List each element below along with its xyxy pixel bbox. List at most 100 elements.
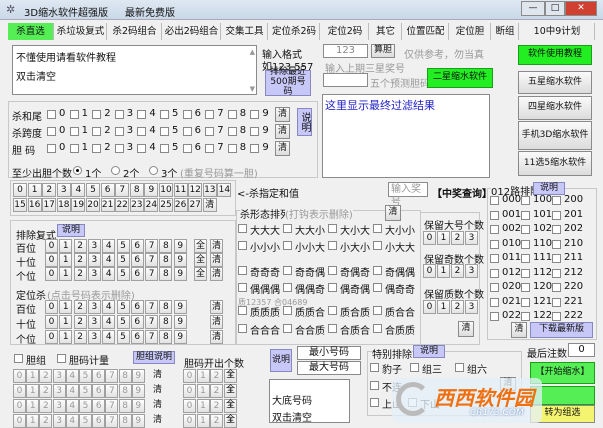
dan-digit-button[interactable]: 8 [118, 414, 132, 428]
digit-checkbox[interactable] [250, 110, 260, 119]
sum-cell[interactable]: 18 [56, 198, 71, 212]
pattern-checkbox[interactable] [328, 306, 337, 315]
digit-checkbox[interactable] [69, 127, 79, 136]
dan-digit-button[interactable]: 9 [131, 369, 145, 383]
dan-row-clear-button[interactable]: 清 [151, 414, 164, 428]
special-checkbox[interactable] [370, 363, 379, 372]
special-checkbox[interactable] [370, 398, 379, 407]
digit-checkbox[interactable] [160, 110, 169, 119]
digit-button[interactable]: 3 [87, 267, 101, 281]
digit-button[interactable]: 4 [102, 267, 116, 281]
digit-checkbox[interactable] [227, 110, 237, 119]
dan-digit-button[interactable]: 9 [131, 384, 145, 398]
special-checkbox[interactable] [370, 381, 379, 390]
digit-button[interactable]: 3 [87, 330, 101, 344]
digit-button[interactable]: 3 [87, 315, 101, 329]
digit-checkbox[interactable] [114, 144, 124, 153]
pattern-checkbox[interactable] [373, 224, 382, 233]
digit-button[interactable]: 9 [173, 239, 187, 253]
digit-button[interactable]: 9 [173, 267, 187, 281]
select-all-button[interactable]: 全 [194, 267, 207, 281]
exclude-recent-500-button[interactable]: 排除最近 500期号码 [265, 67, 311, 97]
digit-button[interactable]: 6 [130, 267, 144, 281]
special-explain-button[interactable]: 说明 [413, 345, 445, 358]
sum-cell[interactable]: 4 [71, 183, 86, 197]
kill-row-clear-button[interactable]: 清 [275, 107, 290, 122]
dan-digit-button[interactable]: 9 [131, 399, 145, 413]
road012-checkbox[interactable] [490, 297, 499, 307]
digit-checkbox[interactable] [182, 144, 192, 153]
road012-checkbox[interactable] [490, 225, 499, 234]
digit-button[interactable]: 6 [130, 253, 144, 267]
digit-button[interactable]: 8 [159, 315, 173, 329]
select-all-button[interactable]: 全 [194, 253, 207, 267]
digit-checkbox[interactable] [250, 144, 260, 153]
range-explain-button[interactable]: 说明 [270, 349, 292, 372]
tab-11[interactable]: 10中9计划 [520, 23, 595, 40]
keep-option-button[interactable]: 1 [437, 231, 450, 245]
digit-checkbox[interactable] [205, 110, 215, 119]
dan-count-checkbox[interactable] [57, 354, 66, 363]
road012-checkbox[interactable] [521, 239, 530, 249]
dan-digit-button[interactable]: 4 [65, 369, 79, 383]
dan-digit-button[interactable]: 0 [13, 369, 26, 383]
dan-digit-button[interactable]: 8 [118, 399, 132, 413]
sum-cell[interactable]: 14 [217, 183, 232, 197]
digit-button[interactable]: 8 [159, 239, 173, 253]
digit-checkbox[interactable] [92, 144, 102, 153]
dan-digit-button[interactable]: 2 [39, 369, 53, 383]
dan-out-button[interactable]: 0 [183, 384, 196, 398]
two-star-software-button[interactable]: 二星缩水软件 [427, 68, 493, 88]
row-clear-button[interactable]: 清 [210, 239, 223, 253]
scroll-up-icon[interactable]: ▲ [250, 48, 255, 56]
dan-out-all-button[interactable]: 全 [224, 384, 237, 398]
sum-cell[interactable]: 20 [86, 198, 100, 212]
sum-cell[interactable]: 10 [159, 183, 173, 197]
side-button-2[interactable]: 四星缩水软件 [518, 96, 592, 120]
digit-button[interactable]: 7 [145, 300, 159, 314]
dan-row-clear-button[interactable]: 清 [151, 369, 164, 383]
digit-checkbox[interactable] [160, 127, 169, 136]
dan-row-clear-button[interactable]: 清 [151, 399, 164, 413]
digit-checkbox[interactable] [47, 144, 56, 153]
download-latest-button[interactable]: 下载最新版 [530, 322, 593, 338]
road012-checkbox[interactable] [552, 312, 561, 321]
digit-button[interactable]: 0 [45, 330, 58, 344]
digit-checkbox[interactable] [114, 127, 124, 136]
dan-out-button[interactable]: 1 [196, 369, 210, 383]
sum-cell[interactable]: 21 [100, 198, 115, 212]
digit-checkbox[interactable] [137, 127, 147, 136]
dan-group-checkbox[interactable] [14, 354, 23, 363]
dan-digit-button[interactable]: 8 [118, 369, 132, 383]
dan-digit-button[interactable]: 9 [131, 414, 145, 428]
dan-digit-button[interactable]: 7 [105, 399, 119, 413]
pattern-checkbox[interactable] [238, 283, 247, 292]
pattern-checkbox[interactable] [328, 224, 337, 233]
dan-digit-button[interactable]: 6 [92, 399, 106, 413]
dan-out-button[interactable]: 0 [183, 369, 196, 383]
sum-cell[interactable]: 19 [71, 198, 86, 212]
road012-checkbox[interactable] [490, 196, 499, 205]
digit-checkbox[interactable] [47, 127, 56, 136]
digit-checkbox[interactable] [182, 127, 192, 136]
pattern-checkbox[interactable] [373, 324, 382, 333]
sum-cell[interactable]: 6 [100, 183, 115, 197]
digit-button[interactable]: 5 [116, 239, 130, 253]
kill-row-clear-button[interactable]: 清 [275, 124, 290, 139]
special-checkbox[interactable] [410, 363, 419, 372]
digit-button[interactable]: 4 [102, 300, 116, 314]
predict-dan-input[interactable] [323, 73, 368, 87]
digit-button[interactable]: 1 [59, 330, 73, 344]
road012-checkbox[interactable] [521, 268, 530, 278]
min-dan-radio[interactable] [111, 166, 120, 175]
keep-option-button[interactable]: 3 [465, 264, 478, 278]
keep-option-button[interactable]: 2 [451, 300, 464, 314]
digit-button[interactable]: 0 [45, 253, 58, 267]
dan-digit-button[interactable]: 3 [52, 414, 66, 428]
pattern-checkbox[interactable] [238, 324, 247, 333]
dan-digit-button[interactable]: 8 [118, 384, 132, 398]
road012-clear-button[interactable]: 清 [511, 322, 527, 338]
row-clear-button[interactable]: 清 [210, 267, 223, 281]
keep-option-button[interactable]: 3 [465, 300, 478, 314]
dan-out-button[interactable]: 2 [210, 399, 223, 413]
